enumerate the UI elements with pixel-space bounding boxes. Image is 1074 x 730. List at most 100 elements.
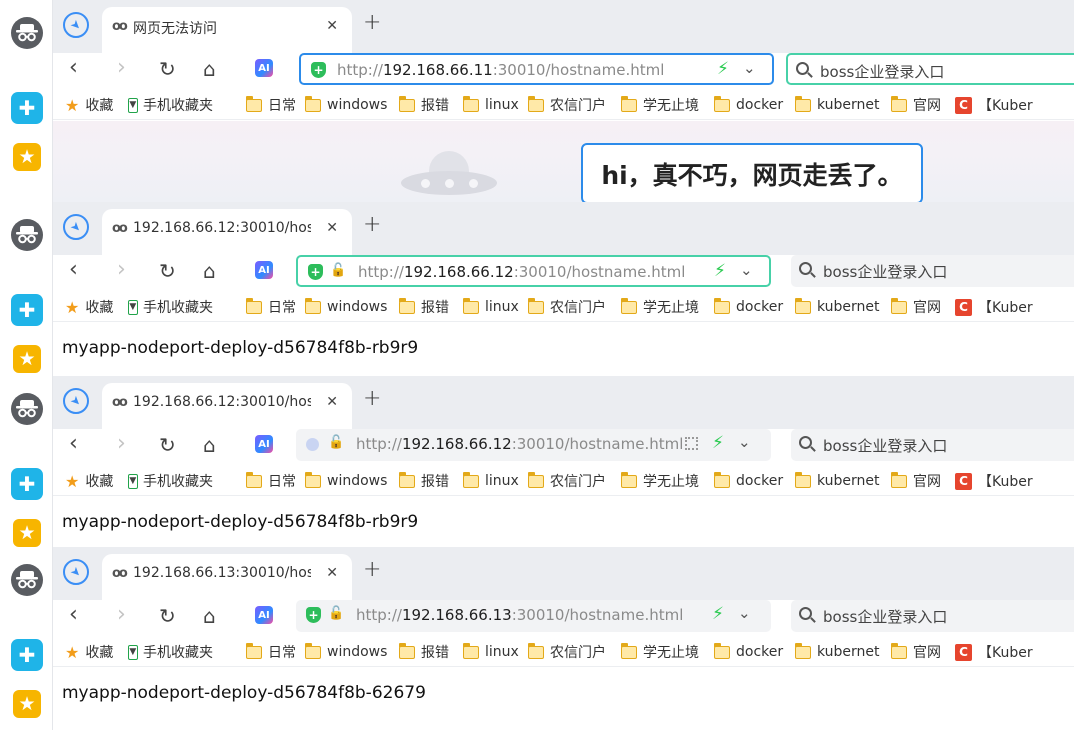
back-icon[interactable]: ‹ (69, 602, 78, 627)
bookmark-item[interactable]: linux (463, 470, 519, 492)
browser-tab[interactable]: oo 192.168.66.13:30010/hostr ✕ (102, 554, 352, 600)
not-secure-lock-icon[interactable]: 🔓 (330, 263, 346, 278)
qr-code-icon[interactable] (685, 437, 698, 450)
bookmark-item[interactable]: 官网 (891, 470, 941, 492)
favorites-star-icon[interactable]: ★ (13, 345, 41, 373)
bookmark-item[interactable]: 农信门户 (528, 94, 606, 116)
loading-icon[interactable] (306, 438, 319, 451)
app-icon[interactable]: ✚ (11, 639, 43, 671)
search-box[interactable]: boss企业登录入口 (791, 429, 1074, 461)
bookmark-item[interactable]: linux (463, 94, 519, 116)
home-icon[interactable]: ⌂ (203, 259, 216, 283)
bookmark-item[interactable]: C 【Kuber (955, 296, 1033, 318)
close-icon[interactable]: ✕ (326, 394, 338, 410)
bookmark-item[interactable]: ★ 收藏 ▼ (65, 296, 136, 318)
bookmark-item[interactable]: linux (463, 641, 519, 663)
bookmark-item[interactable]: 官网 (891, 94, 941, 116)
search-box[interactable]: boss企业登录入口 (791, 600, 1074, 632)
browser-tab[interactable]: oo 192.168.66.12:30010/hostr ✕ (102, 383, 352, 429)
bookmark-item[interactable]: 手机收藏夹 (128, 296, 213, 318)
incognito-icon[interactable] (11, 393, 43, 425)
incognito-icon[interactable] (11, 564, 43, 596)
favorites-star-icon[interactable]: ★ (13, 690, 41, 718)
bookmark-item[interactable]: C 【Kuber (955, 94, 1033, 116)
bookmark-item[interactable]: docker (714, 94, 783, 116)
bookmark-item[interactable]: C 【Kuber (955, 641, 1033, 663)
close-icon[interactable]: ✕ (326, 565, 338, 581)
bookmark-item[interactable]: 报错 (399, 470, 449, 492)
bookmark-item[interactable]: 官网 (891, 641, 941, 663)
chevron-down-icon[interactable]: ⌄ (743, 59, 756, 77)
bookmark-item[interactable]: 学无止境 (621, 641, 699, 663)
bookmark-item[interactable]: windows (305, 94, 387, 116)
search-box[interactable]: boss企业登录入口 (791, 255, 1074, 287)
shield-icon[interactable]: + (311, 62, 326, 78)
home-icon[interactable]: ⌂ (203, 604, 216, 628)
incognito-icon[interactable] (11, 219, 43, 251)
bookmark-item[interactable]: linux (463, 296, 519, 318)
address-bar[interactable]: 🔓 http://192.168.66.12:30010/hostname.ht… (296, 429, 771, 461)
bookmark-item[interactable]: 日常 (246, 94, 296, 116)
bookmark-item[interactable]: docker (714, 641, 783, 663)
bookmark-item[interactable]: kubernet (795, 94, 880, 116)
shield-icon[interactable]: + (306, 607, 321, 623)
new-tab-button[interactable]: + (363, 10, 381, 35)
bolt-icon[interactable]: ⚡ (712, 433, 724, 453)
navigation-icon[interactable]: ➤ (63, 388, 89, 414)
bookmark-item[interactable]: ★ 收藏 ▼ (65, 470, 136, 492)
app-icon[interactable]: ✚ (11, 294, 43, 326)
bookmark-item[interactable]: 报错 (399, 641, 449, 663)
bookmark-item[interactable]: ★ 收藏 ▼ (65, 94, 136, 116)
bookmark-item[interactable]: kubernet (795, 470, 880, 492)
bookmark-item[interactable]: kubernet (795, 296, 880, 318)
bookmark-item[interactable]: 学无止境 (621, 94, 699, 116)
bookmark-item[interactable]: C 【Kuber (955, 470, 1033, 492)
home-icon[interactable]: ⌂ (203, 57, 216, 81)
address-bar[interactable]: + 🔓 http://192.168.66.12:30010/hostname.… (296, 255, 771, 287)
home-icon[interactable]: ⌂ (203, 433, 216, 457)
browser-tab[interactable]: oo 网页无法访问 ✕ (102, 7, 352, 53)
not-secure-lock-icon[interactable]: 🔓 (328, 606, 344, 621)
bookmark-item[interactable]: windows (305, 470, 387, 492)
bookmark-item[interactable]: 日常 (246, 641, 296, 663)
back-icon[interactable]: ‹ (69, 431, 78, 456)
incognito-icon[interactable] (11, 17, 43, 49)
bookmark-item[interactable]: 官网 (891, 296, 941, 318)
bookmark-item[interactable]: windows (305, 641, 387, 663)
bookmark-item[interactable]: 农信门户 (528, 296, 606, 318)
bookmark-item[interactable]: 农信门户 (528, 470, 606, 492)
navigation-icon[interactable]: ➤ (63, 12, 89, 38)
chevron-down-icon[interactable]: ⌄ (738, 433, 751, 451)
not-secure-lock-icon[interactable]: 🔓 (328, 435, 344, 450)
app-icon[interactable]: ✚ (11, 92, 43, 124)
browser-tab[interactable]: oo 192.168.66.12:30010/hostr ✕ (102, 209, 352, 255)
new-tab-button[interactable]: + (363, 557, 381, 582)
bolt-icon[interactable]: ⚡ (714, 261, 726, 281)
app-icon[interactable]: ✚ (11, 468, 43, 500)
bookmark-item[interactable]: windows (305, 296, 387, 318)
reload-icon[interactable]: ↻ (159, 57, 176, 81)
bookmark-item[interactable]: 手机收藏夹 (128, 94, 213, 116)
ai-icon[interactable]: AI (255, 606, 273, 624)
shield-icon[interactable]: + (308, 264, 323, 280)
forward-icon[interactable]: › (117, 431, 126, 456)
bookmark-item[interactable]: 报错 (399, 296, 449, 318)
reload-icon[interactable]: ↻ (159, 259, 176, 283)
new-tab-button[interactable]: + (363, 212, 381, 237)
ai-icon[interactable]: AI (255, 435, 273, 453)
bookmark-item[interactable]: 学无止境 (621, 296, 699, 318)
bookmark-item[interactable]: 手机收藏夹 (128, 470, 213, 492)
bolt-icon[interactable]: ⚡ (712, 604, 724, 624)
back-icon[interactable]: ‹ (69, 257, 78, 282)
bookmark-item[interactable]: 手机收藏夹 (128, 641, 213, 663)
chevron-down-icon[interactable]: ⌄ (740, 261, 753, 279)
close-icon[interactable]: ✕ (326, 220, 338, 236)
navigation-icon[interactable]: ➤ (63, 559, 89, 585)
bookmark-item[interactable]: docker (714, 296, 783, 318)
bookmark-item[interactable]: 日常 (246, 470, 296, 492)
bookmark-item[interactable]: 日常 (246, 296, 296, 318)
forward-icon[interactable]: › (117, 257, 126, 282)
reload-icon[interactable]: ↻ (159, 433, 176, 457)
chevron-down-icon[interactable]: ⌄ (738, 604, 751, 622)
ai-icon[interactable]: AI (255, 59, 273, 77)
